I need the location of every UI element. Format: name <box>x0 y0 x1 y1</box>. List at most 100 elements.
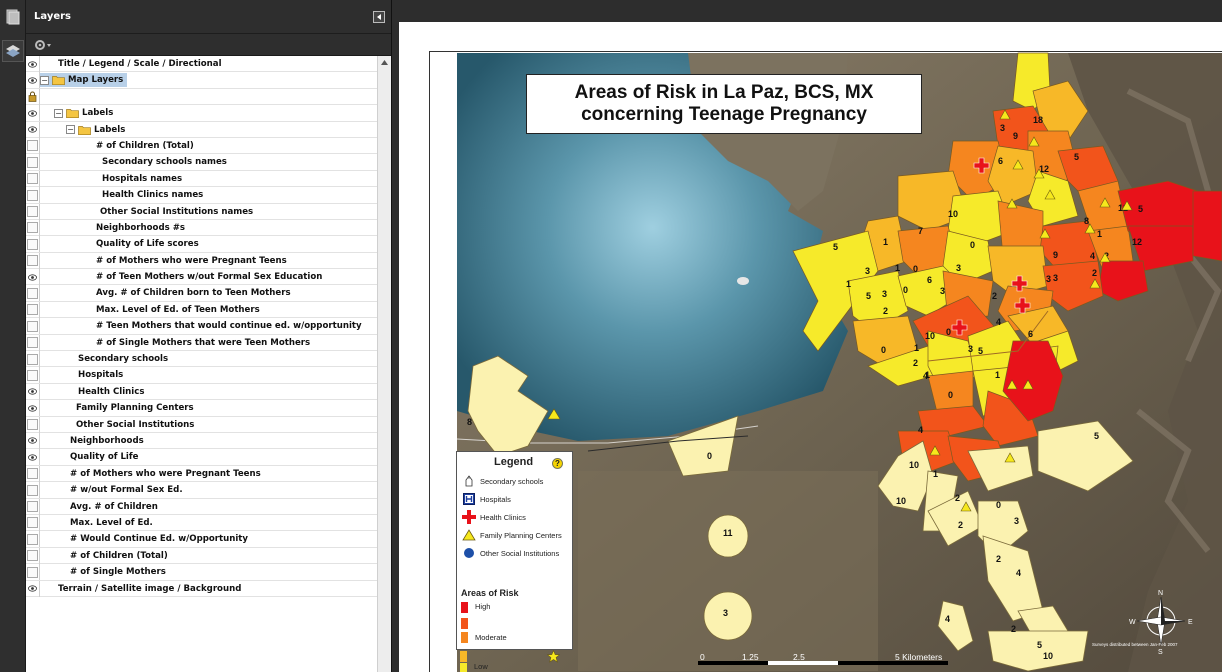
layer-label-wrap[interactable]: Health Clinics <box>78 385 148 399</box>
layer-row[interactable]: Title / Legend / Scale / Directional <box>26 56 377 73</box>
visibility-checkbox[interactable] <box>26 367 40 384</box>
layer-label-wrap[interactable]: Quality of Life <box>70 450 142 464</box>
eye-icon[interactable] <box>26 269 40 286</box>
eye-icon[interactable] <box>26 56 40 72</box>
layer-label-wrap[interactable]: # Would Continue Ed. w/Opportunity <box>70 532 252 546</box>
collapse-toggle-icon[interactable]: − <box>66 125 75 135</box>
visibility-checkbox[interactable] <box>26 351 40 368</box>
layer-row[interactable]: Avg. # of Children born to Teen Mothers <box>26 285 377 302</box>
layer-row[interactable]: Secondary schools <box>26 351 377 368</box>
layer-label-wrap[interactable]: Terrain / Satellite image / Background <box>58 582 245 596</box>
layer-label-wrap[interactable]: # of Children (Total) <box>96 139 198 153</box>
visibility-checkbox[interactable] <box>26 482 40 499</box>
layer-row[interactable]: Health Clinics <box>26 383 377 401</box>
layer-row[interactable]: Max. Level of Ed. <box>26 514 377 532</box>
eye-icon[interactable] <box>26 383 40 400</box>
eye-icon[interactable] <box>26 432 40 449</box>
visibility-checkbox[interactable] <box>26 203 40 220</box>
layer-row[interactable]: Other Social Institutions names <box>26 203 377 220</box>
layer-row[interactable]: # of Teen Mothers w/out Formal Sex Educa… <box>26 269 377 286</box>
visibility-checkbox[interactable] <box>26 531 40 548</box>
help-icon[interactable]: ? <box>552 458 563 469</box>
layer-label-wrap[interactable]: Family Planning Centers <box>76 401 198 415</box>
layer-row[interactable]: Quality of Life <box>26 449 377 466</box>
layer-row[interactable]: # of Mothers who were Pregnant Teens <box>26 465 377 483</box>
layer-label-wrap[interactable]: # of Mothers who were Pregnant Teens <box>70 467 265 481</box>
layer-label-wrap[interactable]: Hospitals <box>78 368 127 382</box>
visibility-checkbox[interactable] <box>26 285 40 302</box>
collapse-panel-button[interactable] <box>373 11 385 23</box>
collapse-toggle-icon[interactable]: − <box>54 108 63 118</box>
eye-icon[interactable] <box>26 400 40 417</box>
layer-label-wrap[interactable]: Other Social Institutions names <box>100 205 257 219</box>
visibility-checkbox[interactable] <box>26 170 40 187</box>
visibility-checkbox[interactable] <box>26 514 40 531</box>
collapse-toggle-icon[interactable]: − <box>40 75 49 85</box>
layer-label-wrap[interactable]: Neighborhoods <box>70 434 148 448</box>
layer-label-wrap[interactable]: Other Social Institutions <box>76 418 198 432</box>
layer-label-wrap[interactable]: # of Teen Mothers w/out Formal Sex Educa… <box>96 270 326 284</box>
layer-row[interactable]: − Labels <box>26 105 377 122</box>
layer-label-wrap[interactable]: Avg. # of Children <box>70 500 162 514</box>
layer-row[interactable]: Neighborhoods <box>26 432 377 450</box>
layer-label-wrap[interactable]: Title / Legend / Scale / Directional <box>58 57 226 71</box>
visibility-checkbox[interactable] <box>26 498 40 515</box>
visibility-checkbox[interactable] <box>26 318 40 335</box>
layer-label-wrap[interactable]: # Teen Mothers that would continue ed. w… <box>96 319 366 333</box>
visibility-checkbox[interactable] <box>26 187 40 204</box>
visibility-checkbox[interactable] <box>26 219 40 236</box>
layer-row[interactable]: # of Children (Total) <box>26 137 377 155</box>
layer-label-wrap[interactable]: Health Clinics names <box>102 188 207 202</box>
layer-row[interactable]: − Labels <box>26 121 377 138</box>
lock-icon[interactable] <box>26 88 40 105</box>
layer-row[interactable]: Health Clinics names <box>26 187 377 204</box>
layer-row[interactable]: # of Mothers who were Pregnant Teens <box>26 252 377 270</box>
layer-row[interactable]: Secondary schools names <box>26 154 377 171</box>
visibility-checkbox[interactable] <box>26 252 40 269</box>
scroll-up-button[interactable] <box>378 56 391 69</box>
visibility-checkbox[interactable] <box>26 334 40 351</box>
tree-scrollbar[interactable] <box>377 56 391 672</box>
layer-row[interactable]: # Would Continue Ed. w/Opportunity <box>26 531 377 548</box>
visibility-checkbox[interactable] <box>26 547 40 564</box>
visibility-checkbox[interactable] <box>26 137 40 154</box>
layer-row[interactable]: Neighborhoods #s <box>26 219 377 237</box>
eye-icon[interactable] <box>26 449 40 466</box>
layer-label-wrap[interactable]: Max. Level of Ed. <box>70 516 157 530</box>
layer-row[interactable]: Family Planning Centers <box>26 400 377 417</box>
layer-label-wrap[interactable]: # w/out Formal Sex Ed. <box>70 483 187 497</box>
layer-row[interactable]: # w/out Formal Sex Ed. <box>26 482 377 499</box>
layer-label-wrap[interactable]: # of Single Mothers that were Teen Mothe… <box>96 336 314 350</box>
eye-icon[interactable] <box>26 105 40 122</box>
layer-row[interactable]: Max. Level of Ed. of Teen Mothers <box>26 301 377 319</box>
layer-label-wrap[interactable]: # of Single Mothers <box>70 565 170 579</box>
eye-icon[interactable] <box>26 121 40 138</box>
visibility-checkbox[interactable] <box>26 301 40 318</box>
visibility-checkbox[interactable] <box>26 465 40 482</box>
visibility-checkbox[interactable] <box>26 416 40 433</box>
layer-row[interactable]: # of Single Mothers that were Teen Mothe… <box>26 334 377 352</box>
layer-label-wrap[interactable]: − Labels <box>54 106 117 120</box>
layer-row[interactable]: Other Social Institutions <box>26 416 377 433</box>
layer-row[interactable]: # of Single Mothers <box>26 564 377 581</box>
options-menu-button[interactable] <box>26 34 391 56</box>
layer-label-wrap[interactable]: Secondary schools <box>78 352 172 366</box>
layer-row[interactable]: Quality of Life scores <box>26 236 377 253</box>
layer-label-wrap[interactable]: Quality of Life scores <box>96 237 203 251</box>
layer-label-wrap[interactable]: # of Children (Total) <box>70 549 172 563</box>
layer-row[interactable]: # of Children (Total) <box>26 547 377 565</box>
layer-row[interactable] <box>26 88 377 106</box>
layer-row[interactable]: Hospitals <box>26 367 377 384</box>
layer-label-wrap[interactable]: # of Mothers who were Pregnant Teens <box>96 254 291 268</box>
layers-icon[interactable] <box>2 40 24 62</box>
layer-row[interactable]: − Map Layers <box>26 72 377 89</box>
layer-label-wrap[interactable]: Max. Level of Ed. of Teen Mothers <box>96 303 264 317</box>
eye-icon[interactable] <box>26 72 40 89</box>
pages-icon[interactable] <box>2 6 24 28</box>
layer-label-wrap[interactable]: − Map Layers <box>40 73 128 88</box>
layer-label-wrap[interactable]: − Labels <box>66 123 129 137</box>
eye-icon[interactable] <box>26 580 40 597</box>
layer-row[interactable]: Terrain / Satellite image / Background <box>26 580 377 597</box>
layer-label-wrap[interactable]: Neighborhoods #s <box>96 221 189 235</box>
visibility-checkbox[interactable] <box>26 564 40 581</box>
